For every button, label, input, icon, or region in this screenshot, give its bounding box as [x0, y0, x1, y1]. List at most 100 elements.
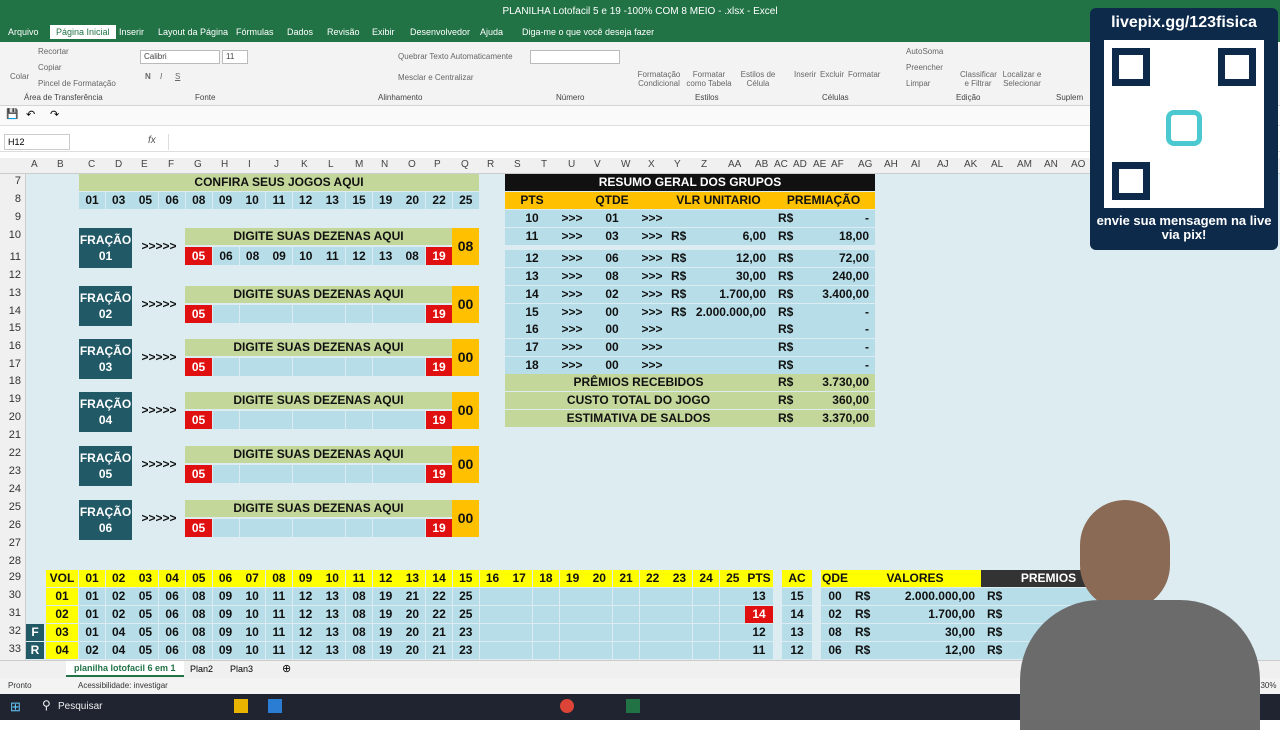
tab-layout[interactable]: Layout da Página [158, 27, 228, 37]
row-header[interactable]: 30 [9, 589, 21, 601]
column-header[interactable]: U [568, 159, 575, 170]
row-header[interactable]: 14 [9, 305, 21, 317]
tab-pagina-inicial[interactable]: Página Inicial [50, 25, 116, 39]
tab-ajuda[interactable]: Ajuda [480, 27, 503, 37]
column-header[interactable]: W [621, 159, 630, 170]
row-header[interactable]: 27 [9, 537, 21, 549]
name-box[interactable]: H12 [4, 134, 70, 150]
tab-dados[interactable]: Dados [287, 27, 313, 37]
search-icon[interactable]: ⚲ [42, 698, 51, 712]
row-header[interactable]: 26 [9, 519, 21, 531]
conditional-format-button[interactable]: Formatação Condicional [636, 70, 682, 88]
column-header[interactable]: D [115, 159, 122, 170]
sheet-tab-1[interactable]: planilha lotofacil 6 em 1 [66, 661, 184, 677]
cut-button[interactable]: Recortar [38, 47, 69, 56]
italic-button[interactable]: I [160, 72, 162, 81]
column-header[interactable]: AH [884, 159, 898, 170]
fill-button[interactable]: Preencher [906, 63, 943, 72]
column-header[interactable]: AA [728, 159, 741, 170]
tab-arquivo[interactable]: Arquivo [8, 27, 39, 37]
sheet-tab-3[interactable]: Plan3 [230, 664, 253, 674]
column-header[interactable]: AE [813, 159, 826, 170]
row-header[interactable]: 24 [9, 483, 21, 495]
row-header[interactable]: 8 [15, 193, 21, 205]
accessibility-status[interactable]: Acessibilidade: investigar [78, 681, 168, 690]
row-header[interactable]: 19 [9, 393, 21, 405]
add-sheet-icon[interactable]: ⊕ [282, 662, 291, 675]
row-header[interactable]: 10 [9, 229, 21, 241]
column-header[interactable]: AB [755, 159, 768, 170]
column-header[interactable]: X [648, 159, 655, 170]
row-header[interactable]: 20 [9, 411, 21, 423]
column-header[interactable]: Z [701, 159, 707, 170]
taskbar-search[interactable]: Pesquisar [58, 701, 102, 712]
excel-icon[interactable] [626, 699, 640, 713]
row-header[interactable]: 32 [9, 625, 21, 637]
tab-revisao[interactable]: Revisão [327, 27, 360, 37]
sheet-tab-2[interactable]: Plan2 [190, 664, 213, 674]
merge-center-button[interactable]: Mesclar e Centralizar [398, 73, 474, 82]
column-header[interactable]: AN [1044, 159, 1058, 170]
tell-me-search[interactable]: Diga-me o que você deseja fazer [522, 27, 654, 37]
column-header[interactable]: AI [911, 159, 920, 170]
row-header[interactable]: 18 [9, 375, 21, 387]
column-header[interactable]: B [57, 159, 64, 170]
formula-input[interactable] [168, 134, 1088, 150]
column-header[interactable]: K [301, 159, 308, 170]
format-table-button[interactable]: Formatar como Tabela [686, 70, 732, 88]
mail-icon[interactable] [268, 699, 282, 713]
redo-icon[interactable]: ↷ [50, 108, 59, 121]
row-header[interactable]: 21 [9, 429, 21, 441]
column-header[interactable]: E [141, 159, 148, 170]
column-header[interactable]: AC [774, 159, 788, 170]
row-header[interactable]: 17 [9, 358, 21, 370]
column-header[interactable]: AJ [937, 159, 949, 170]
cell-styles-button[interactable]: Estilos de Célula [740, 70, 776, 88]
column-header[interactable]: O [408, 159, 416, 170]
tab-desenvolvedor[interactable]: Desenvolvedor [410, 27, 470, 37]
row-header[interactable]: 28 [9, 555, 21, 567]
column-header[interactable]: G [194, 159, 202, 170]
column-header[interactable]: AG [858, 159, 872, 170]
row-header[interactable]: 23 [9, 465, 21, 477]
column-header[interactable]: I [248, 159, 251, 170]
file-explorer-icon[interactable] [234, 699, 248, 713]
row-header[interactable]: 31 [9, 607, 21, 619]
underline-button[interactable]: S [175, 72, 180, 81]
column-header[interactable]: S [514, 159, 521, 170]
column-header[interactable]: N [381, 159, 388, 170]
autosum-button[interactable]: AutoSoma [906, 47, 943, 56]
insert-cells-button[interactable]: Inserir [794, 70, 816, 79]
column-header[interactable]: H [221, 159, 228, 170]
row-header[interactable]: 7 [15, 175, 21, 187]
paste-button[interactable]: Colar [10, 72, 29, 81]
tab-formulas[interactable]: Fórmulas [236, 27, 274, 37]
column-header[interactable]: F [168, 159, 174, 170]
row-header[interactable]: 11 [10, 251, 21, 263]
column-header[interactable]: V [594, 159, 601, 170]
column-header[interactable]: T [541, 159, 547, 170]
column-header[interactable]: AO [1071, 159, 1085, 170]
column-header[interactable]: Q [461, 159, 469, 170]
column-header[interactable]: R [487, 159, 494, 170]
column-header[interactable]: AF [831, 159, 844, 170]
format-painter-button[interactable]: Pincel de Formatação [38, 79, 116, 88]
row-header[interactable]: 16 [9, 340, 21, 352]
column-header[interactable]: P [434, 159, 441, 170]
sort-filter-button[interactable]: Classificar e Filtrar [960, 70, 997, 88]
column-header[interactable]: L [328, 159, 334, 170]
delete-cells-button[interactable]: Excluir [820, 70, 844, 79]
column-header[interactable]: M [355, 159, 363, 170]
number-format-select[interactable] [530, 50, 620, 64]
undo-icon[interactable]: ↶ [26, 108, 35, 121]
row-header[interactable]: 22 [9, 447, 21, 459]
column-header[interactable]: AM [1017, 159, 1032, 170]
copy-button[interactable]: Copiar [38, 63, 62, 72]
font-name-select[interactable]: Calibri [140, 50, 220, 64]
column-header[interactable]: Y [674, 159, 681, 170]
row-header[interactable]: 33 [9, 643, 21, 655]
row-header[interactable]: 12 [9, 269, 21, 281]
row-header[interactable]: 15 [9, 322, 21, 334]
column-header[interactable]: AL [991, 159, 1003, 170]
chrome-icon[interactable] [560, 699, 574, 713]
